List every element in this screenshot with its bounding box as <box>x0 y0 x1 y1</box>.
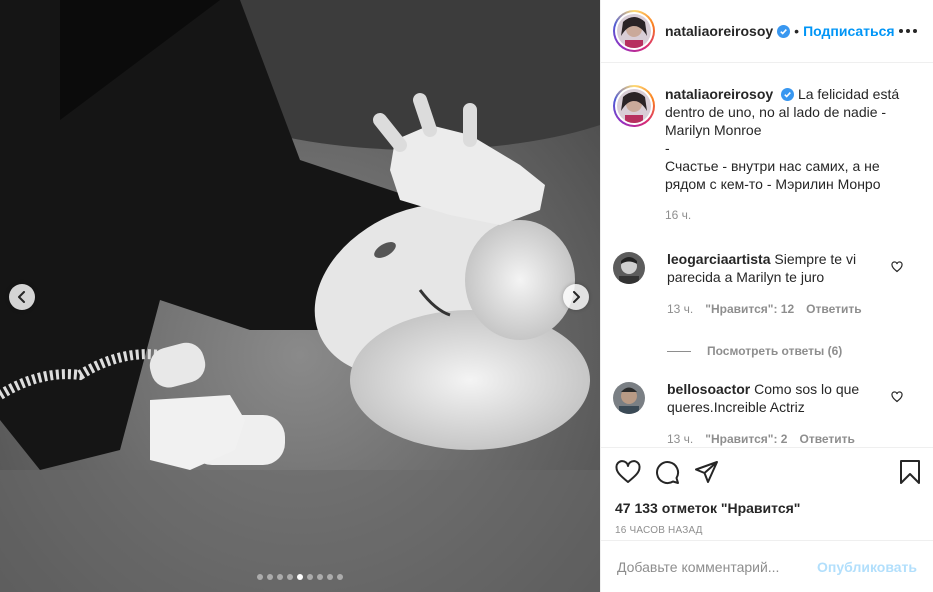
action-bar: 47 133 отметок "Нравится" 16 ЧАСОВ НАЗАД <box>601 447 933 536</box>
verified-icon <box>777 24 791 38</box>
caption-line: Marilyn Monroe <box>665 122 762 138</box>
photo-image <box>0 0 600 592</box>
comment-likes[interactable]: "Нравится": 2 <box>705 430 787 448</box>
comment-text: queres.Increible Actriz <box>667 399 805 415</box>
carousel-dot <box>297 574 303 580</box>
comment-like-icon[interactable] <box>891 390 903 406</box>
commenter-avatar[interactable] <box>613 252 645 284</box>
caption-line: - <box>665 140 670 156</box>
caption-time: 16 ч. <box>665 208 692 222</box>
chevron-left-icon <box>18 291 25 303</box>
comment-time[interactable]: 13 ч. <box>667 430 693 448</box>
comment-time[interactable]: 13 ч. <box>667 300 693 318</box>
avatar-image <box>617 14 651 48</box>
comment-text: Como sos lo que <box>754 381 860 397</box>
post-sidebar: nataliaoreirosoy • Подписаться nataliaor… <box>600 0 933 592</box>
avatar-image <box>613 252 645 284</box>
comment-username[interactable]: leogarciaartista <box>667 251 771 267</box>
caption-line: dentro de uno, no al lado de nadie - <box>665 104 887 120</box>
carousel-dot <box>317 574 323 580</box>
author-username[interactable]: nataliaoreirosoy <box>665 23 773 39</box>
view-replies-label: Посмотреть ответы (6) <box>707 344 843 358</box>
post-photo[interactable] <box>0 0 600 592</box>
caption-line: La felicidad está <box>797 86 900 102</box>
view-replies-button[interactable]: Посмотреть ответы (6) <box>667 344 917 358</box>
comment-text: parecida a Marilyn te juro <box>667 269 825 285</box>
comment-likes[interactable]: "Нравится": 12 <box>705 300 794 318</box>
carousel-dot <box>307 574 313 580</box>
reply-button[interactable]: Ответить <box>799 430 854 448</box>
divider <box>667 350 691 352</box>
avatar-image <box>613 382 645 414</box>
caption: nataliaoreirosoy La felicidad está dentr… <box>613 85 917 224</box>
publish-button[interactable]: Опубликовать <box>817 559 917 575</box>
more-options-icon[interactable] <box>899 29 917 33</box>
heart-icon[interactable] <box>615 460 641 484</box>
comment: leogarciaartista Siempre te vi parecida … <box>613 250 917 318</box>
follow-button[interactable]: Подписаться <box>803 23 895 39</box>
caption-line: Счастье - внутри нас самих, а не <box>665 158 880 174</box>
caption-username[interactable]: nataliaoreirosoy <box>665 86 773 102</box>
comment: bellosoactor Como sos lo que queres.Incr… <box>613 380 917 448</box>
carousel-dot <box>337 574 343 580</box>
post-header: nataliaoreirosoy • Подписаться <box>601 0 933 63</box>
commenter-avatar[interactable] <box>613 382 645 414</box>
likes-count[interactable]: 47 133 отметок "Нравится" <box>615 500 921 516</box>
previous-slide-button[interactable] <box>9 284 35 310</box>
next-slide-button[interactable] <box>563 284 589 310</box>
comment-input[interactable] <box>617 558 818 575</box>
carousel-dot <box>327 574 333 580</box>
caption-avatar[interactable] <box>613 85 655 127</box>
comment-composer: Опубликовать <box>601 540 933 592</box>
chevron-right-icon <box>573 291 580 303</box>
carousel-dot <box>267 574 273 580</box>
comment-text: Siempre te vi <box>774 251 857 267</box>
bookmark-icon[interactable] <box>899 459 921 485</box>
carousel-dot <box>257 574 263 580</box>
carousel-dot <box>287 574 293 580</box>
avatar-image <box>617 89 651 123</box>
carousel-dot <box>277 574 283 580</box>
comment-icon[interactable] <box>655 460 680 485</box>
comment-username[interactable]: bellosoactor <box>667 381 750 397</box>
comment-like-icon[interactable] <box>891 260 903 276</box>
share-icon[interactable] <box>694 460 719 485</box>
posted-time[interactable]: 16 ЧАСОВ НАЗАД <box>615 525 921 536</box>
verified-icon <box>781 88 795 101</box>
separator-dot: • <box>794 23 800 39</box>
carousel-indicator <box>0 574 600 580</box>
reply-button[interactable]: Ответить <box>806 300 861 318</box>
caption-line: рядом с кем-то - Мэрилин Монро <box>665 176 881 192</box>
author-avatar[interactable] <box>613 10 655 52</box>
